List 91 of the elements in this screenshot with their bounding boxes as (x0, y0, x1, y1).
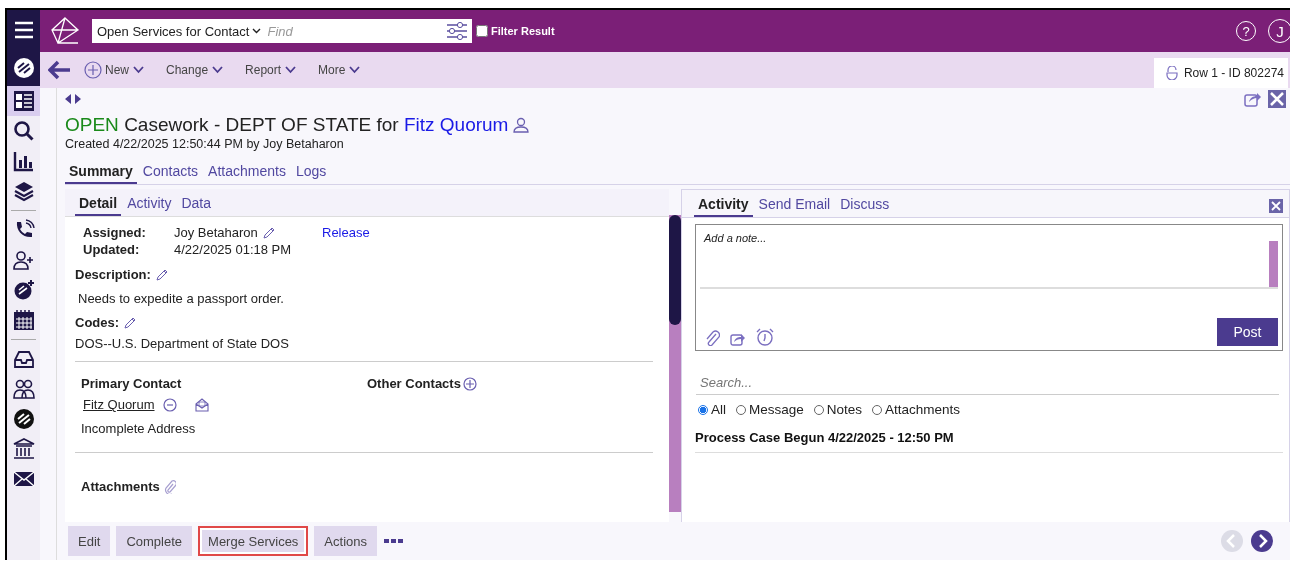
paperclip-icon[interactable] (704, 330, 720, 346)
radio-label[interactable]: Notes (826, 402, 863, 417)
radio-label[interactable]: Attachments (885, 402, 961, 417)
radio-button[interactable] (872, 404, 883, 415)
menu-icon[interactable] (12, 19, 35, 41)
list-view-icon[interactable] (12, 90, 35, 112)
field-value: Joy Betaharon (174, 225, 258, 240)
close-icon[interactable] (1268, 90, 1286, 108)
people-icon[interactable] (12, 378, 35, 400)
pencil-icon[interactable] (261, 226, 275, 239)
chevron-down-icon (349, 66, 361, 74)
close-icon[interactable] (1269, 198, 1283, 213)
activity-entry: Process Case Begun 4/22/2025 - 12:50 PM (695, 430, 1283, 453)
inbox-icon[interactable] (12, 348, 35, 370)
add-swirl-icon[interactable] (12, 279, 35, 301)
scrollbar[interactable] (669, 215, 681, 512)
section-heading: Other Contacts (367, 376, 461, 391)
radio-button[interactable] (736, 404, 746, 415)
chevron-down-icon (212, 66, 224, 74)
radio-label[interactable]: Message (749, 402, 804, 417)
tab[interactable]: Attachments (204, 161, 290, 184)
add-user-icon[interactable] (12, 249, 35, 271)
note-editor[interactable]: Add a note... Post (695, 224, 1283, 351)
alarm-clock-icon[interactable] (756, 328, 774, 346)
paperclip-icon[interactable] (163, 479, 176, 494)
calendar-icon[interactable] (12, 309, 35, 331)
swirl-logo-icon[interactable] (12, 57, 35, 79)
chevron-down-icon (133, 66, 144, 74)
next-icon[interactable] (1250, 529, 1274, 553)
tab[interactable]: Contacts (138, 161, 203, 184)
codes-text: DOS--U.S. Department of State DOS (75, 336, 290, 351)
logo-icon (50, 16, 80, 46)
chart-icon[interactable] (12, 150, 35, 172)
layers-icon[interactable] (12, 180, 35, 202)
expand-arrows-icon[interactable] (65, 93, 81, 105)
field-label: Assigned: (83, 225, 147, 240)
contact-link[interactable]: Fitz Quorum (83, 397, 155, 412)
section-heading: Primary Contact (81, 376, 183, 391)
filter-result-label[interactable]: Filter Result (491, 25, 555, 37)
swirl-logo-icon[interactable] (12, 408, 35, 430)
add-icon[interactable] (462, 376, 477, 391)
field-label: Updated: (83, 242, 141, 257)
more-icon[interactable] (383, 538, 405, 544)
tab[interactable]: Activity (694, 194, 753, 217)
add-icon (84, 61, 102, 79)
action-button[interactable]: Merge Services (198, 526, 309, 556)
lock-icon (1165, 66, 1178, 80)
remove-icon[interactable] (162, 397, 177, 412)
search-field[interactable]: Open Services for Contact Find (92, 19, 472, 43)
chevron-down-icon (252, 28, 262, 34)
search-field[interactable]: Search... (696, 371, 1279, 395)
pencil-icon[interactable] (154, 268, 168, 281)
share-icon[interactable] (730, 332, 746, 346)
case-title: OPEN Casework - DEPT OF STATE for Fitz Quorum (65, 114, 1290, 136)
radio-button[interactable] (698, 404, 708, 415)
field-label: Description: (75, 267, 151, 282)
field-label: Codes: (75, 315, 120, 330)
share-icon[interactable] (1244, 91, 1262, 107)
pencil-icon[interactable] (123, 316, 137, 329)
created-info: Created 4/22/2025 12:50:44 PM by Joy Betaharon (65, 137, 345, 151)
post-button[interactable]: Post (1217, 318, 1278, 346)
tab[interactable]: Activity (123, 193, 176, 216)
tab[interactable]: Send Email (754, 194, 835, 217)
radio-label[interactable]: All (711, 402, 726, 417)
tab[interactable]: Summary (65, 161, 137, 184)
tab[interactable]: Data (177, 193, 216, 216)
toolbar-menu[interactable]: Report (235, 58, 307, 82)
address-text: Incomplete Address (81, 421, 197, 436)
record-tab[interactable]: Row 1 - ID 802274 (1153, 58, 1288, 88)
toolbar-menu[interactable]: More (308, 58, 371, 82)
toolbar-menu[interactable]: Change (156, 58, 234, 82)
chevron-down-icon (285, 66, 297, 74)
search-icon[interactable] (12, 120, 35, 142)
tab[interactable]: Discuss (836, 194, 894, 217)
action-button[interactable]: Edit (68, 526, 111, 556)
filter-checkbox[interactable] (476, 25, 488, 37)
person-icon (513, 117, 530, 133)
section-heading: Attachments (81, 479, 160, 494)
scope-dropdown[interactable]: Open Services for Contact (96, 23, 262, 39)
tab[interactable]: Logs (291, 161, 331, 184)
description-text: Needs to expedite a passport order. (78, 291, 285, 306)
new-menu[interactable]: New (74, 58, 154, 82)
release-link[interactable]: Release (322, 225, 383, 240)
field-value: 4/22/2025 01:18 PM (174, 242, 293, 257)
action-button[interactable]: Complete (116, 526, 193, 556)
scrollbar[interactable] (1269, 241, 1278, 287)
action-button[interactable]: Actions (314, 526, 377, 556)
back-arrow-icon[interactable] (48, 60, 72, 80)
bank-icon[interactable] (12, 438, 35, 460)
filter-settings-icon[interactable] (446, 21, 468, 41)
radio-button[interactable] (813, 404, 824, 415)
